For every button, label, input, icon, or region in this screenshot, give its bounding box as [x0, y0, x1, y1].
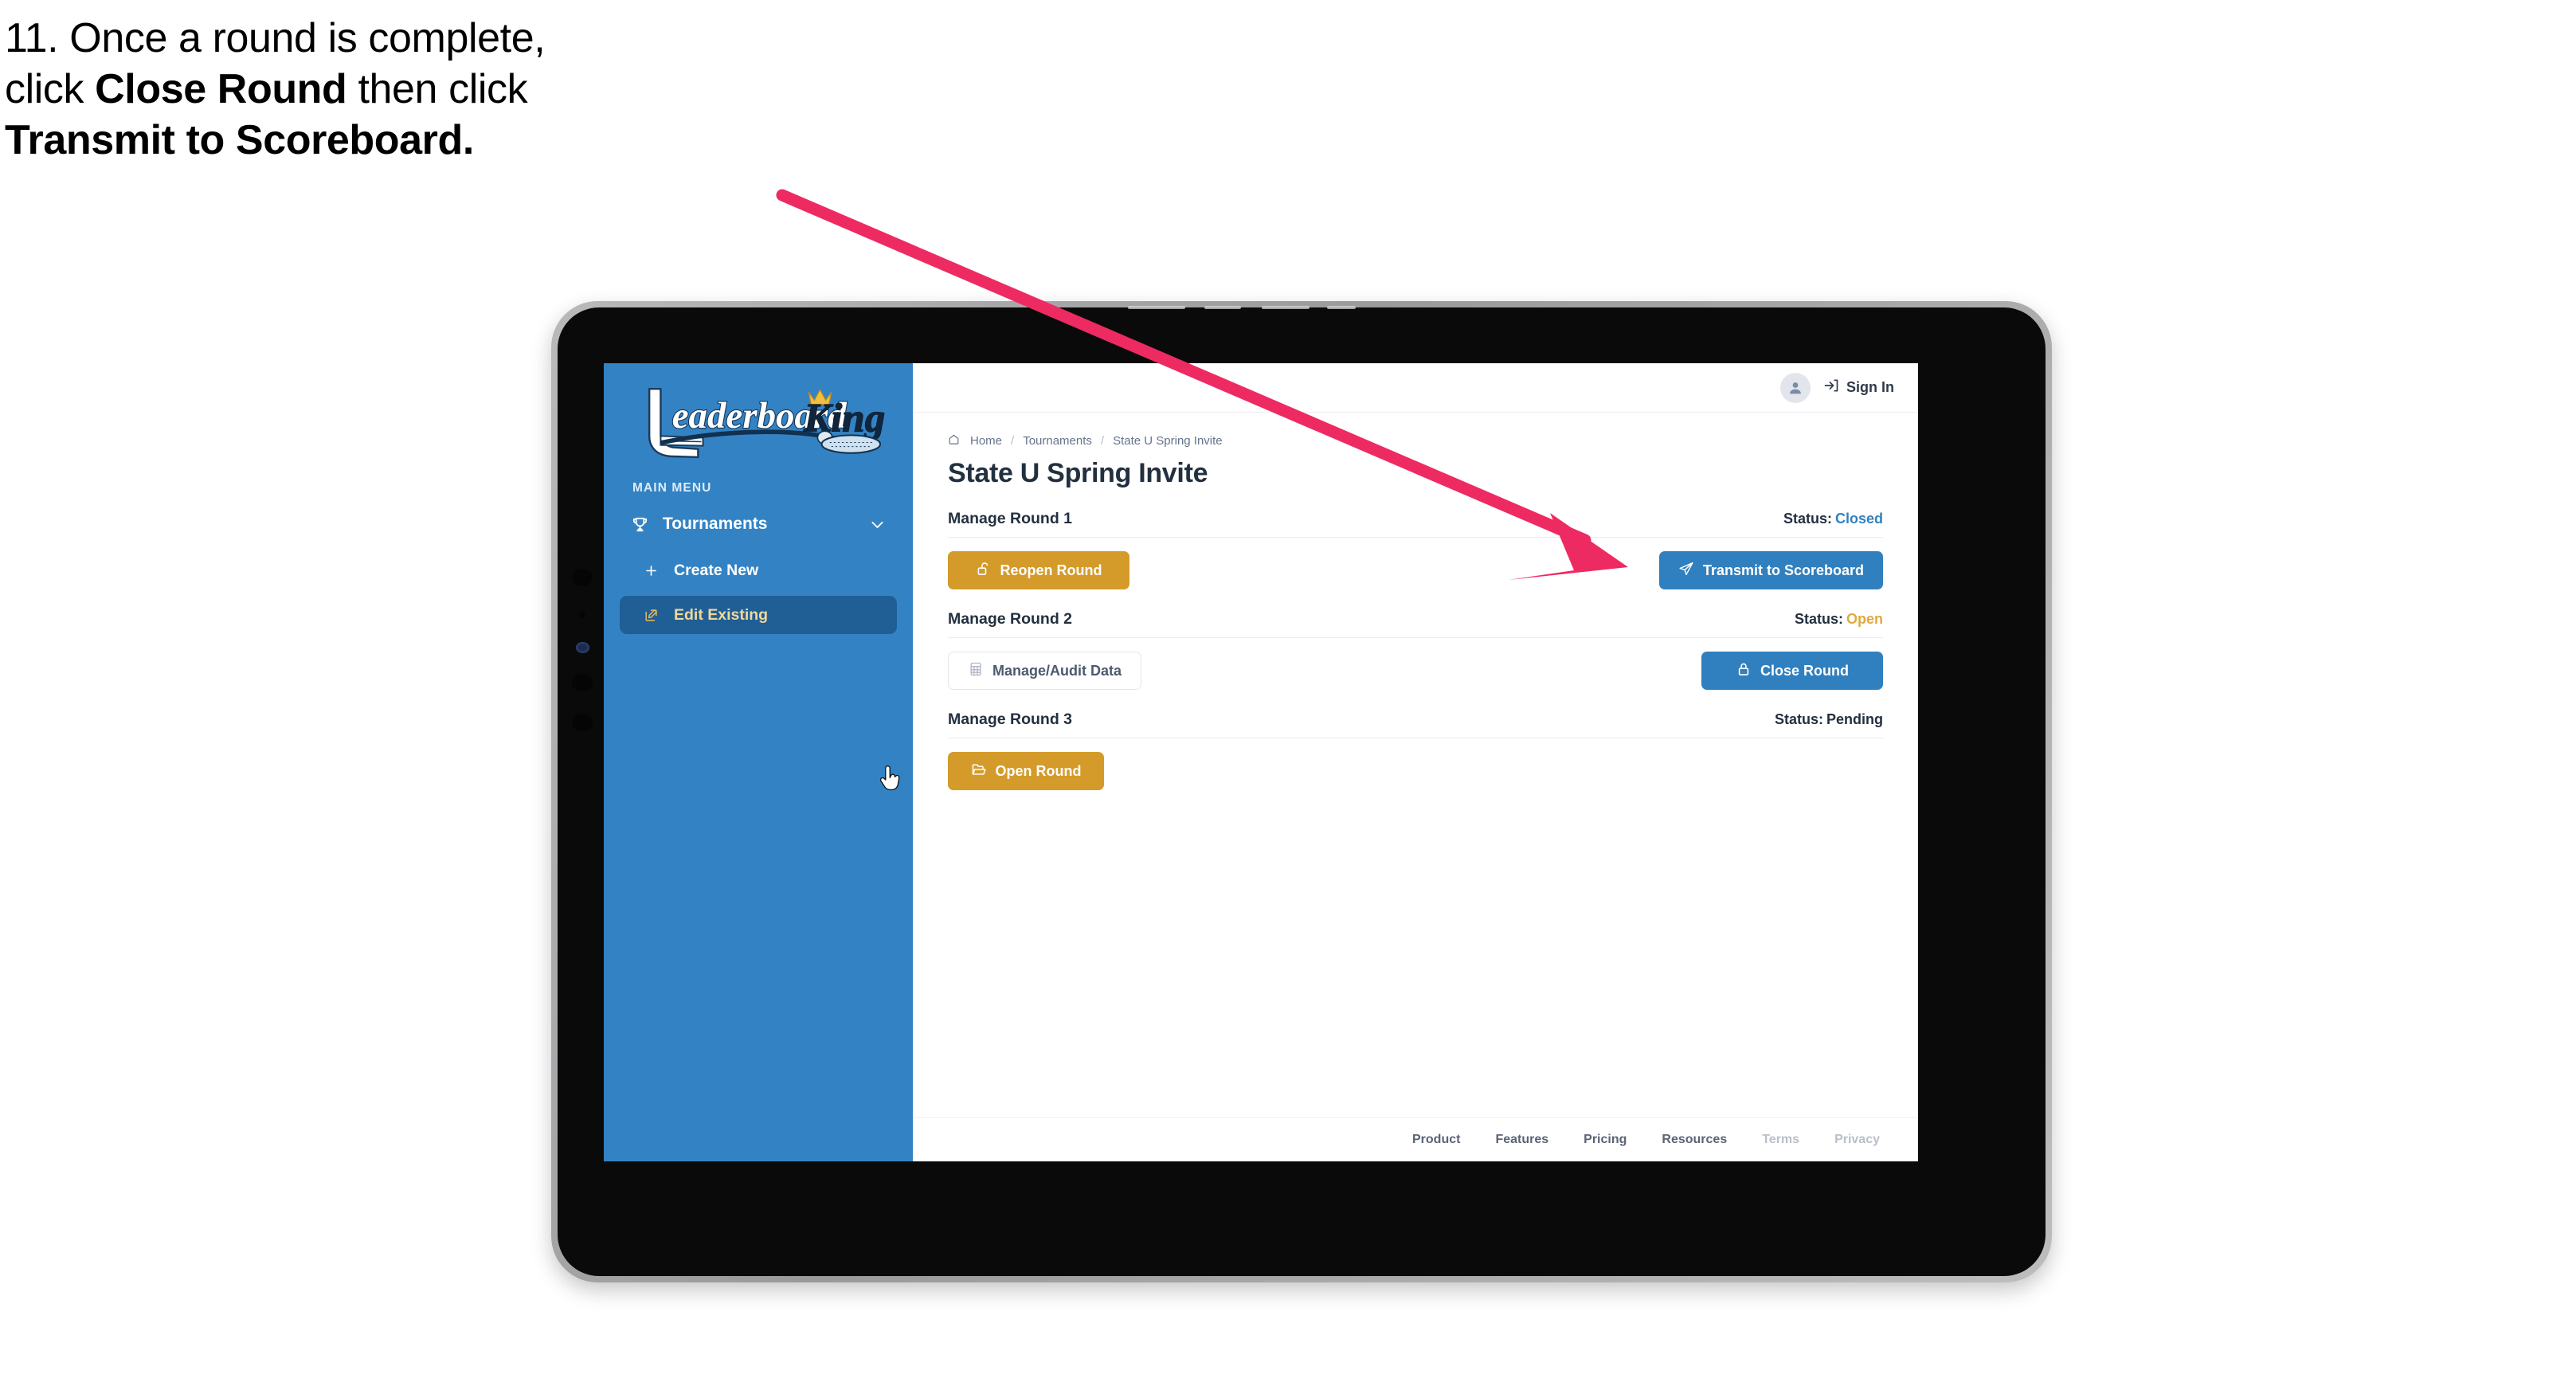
round-title: Manage Round 2	[948, 610, 1073, 628]
round-title: Manage Round 1	[948, 510, 1073, 527]
sign-in-button[interactable]: Sign In	[1823, 378, 1894, 397]
round-section-2: Manage Round 2 Status: Open Manage/Audit…	[948, 610, 1883, 690]
app-screen: eaderboard King MAIN MENU Tournaments Cr…	[604, 363, 1918, 1161]
paper-plane-icon	[1678, 561, 1694, 581]
caption-line-1: 11. Once a round is complete,	[5, 15, 546, 61]
caption-line-2: click Close Round then click	[5, 69, 849, 110]
top-bar: Sign In	[913, 363, 1918, 413]
footer-link-terms[interactable]: Terms	[1762, 1133, 1799, 1147]
speaker-grille-segment	[1327, 306, 1356, 309]
sidebar-item-edit-existing[interactable]: Edit Existing	[620, 596, 897, 634]
sensor-dot	[579, 612, 585, 618]
front-camera-dot	[572, 569, 593, 586]
status-badge: Status: Closed	[1783, 511, 1883, 527]
breadcrumb-item-tournaments[interactable]: Tournaments	[1023, 434, 1092, 448]
status-value: Open	[1846, 611, 1883, 627]
main-panel: Sign In Home / Tournaments / State U Spr…	[913, 363, 1918, 1161]
manage-audit-data-label: Manage/Audit Data	[992, 662, 1122, 679]
footer-link-pricing[interactable]: Pricing	[1584, 1133, 1627, 1147]
round-title: Manage Round 3	[948, 711, 1073, 728]
transmit-to-scoreboard-button[interactable]: Transmit to Scoreboard	[1658, 551, 1883, 589]
caption-line-2-post: then click	[346, 66, 528, 112]
unlock-icon	[976, 561, 992, 581]
open-folder-icon	[971, 762, 987, 781]
table-grid-icon	[968, 661, 984, 681]
status-value: Closed	[1834, 511, 1883, 527]
user-avatar-icon[interactable]	[1780, 372, 1811, 403]
transmit-to-scoreboard-label: Transmit to Scoreboard	[1702, 562, 1864, 578]
plus-icon	[644, 563, 667, 578]
open-round-button[interactable]: Open Round	[948, 752, 1104, 790]
ambient-light-sensor-dot	[576, 642, 589, 653]
round-actions: Reopen Round Transmit to Scoreboard	[948, 551, 1883, 589]
caption-line-3: Transmit to Scoreboard.	[5, 119, 849, 161]
footer-nav: Product Features Pricing Resources Terms…	[913, 1117, 1918, 1161]
sidebar-item-create-new-label: Create New	[674, 561, 759, 579]
status-label: Status:	[1774, 711, 1823, 727]
close-round-label: Close Round	[1760, 662, 1849, 679]
sensor-dot	[572, 714, 593, 731]
breadcrumb: Home / Tournaments / State U Spring Invi…	[948, 433, 1883, 448]
reopen-round-label: Reopen Round	[1000, 562, 1102, 578]
breadcrumb-item-home[interactable]: Home	[970, 434, 1002, 448]
breadcrumb-separator: /	[1100, 434, 1105, 448]
page-title: State U Spring Invite	[948, 458, 1208, 488]
content-area: Home / Tournaments / State U Spring Invi…	[913, 413, 1918, 1117]
status-badge: Status: Pending	[1775, 711, 1883, 728]
caption-line-3-bold: Transmit to Scoreboard.	[5, 117, 474, 163]
speaker-grille-segment	[1204, 306, 1241, 309]
microphone-dot	[572, 674, 593, 691]
footer-link-resources[interactable]: Resources	[1662, 1133, 1727, 1147]
sidebar-item-tournaments[interactable]: Tournaments	[620, 503, 897, 545]
round-section-1: Manage Round 1 Status: Closed Reopen Rou…	[948, 510, 1883, 589]
breadcrumb-separator: /	[1011, 434, 1015, 448]
round-section-3: Manage Round 3 Status: Pending Open Roun…	[948, 711, 1883, 790]
trophy-icon	[631, 515, 655, 534]
caption-line-2-pre: click	[5, 66, 96, 112]
leaderboard-king-logo[interactable]: eaderboard King	[623, 382, 898, 460]
pencil-square-icon	[644, 608, 667, 623]
round-header: Manage Round 1 Status: Closed	[948, 510, 1883, 538]
status-badge: Status: Open	[1795, 611, 1883, 628]
sidebar-item-edit-existing-label: Edit Existing	[674, 605, 769, 624]
instruction-caption: 11. Once a round is complete, click Clos…	[5, 18, 849, 170]
screenshot-stage: 11. Once a round is complete, click Clos…	[0, 0, 2576, 1386]
lock-icon	[1736, 661, 1752, 681]
sidebar: eaderboard King MAIN MENU Tournaments Cr…	[604, 363, 913, 1161]
chevron-down-icon[interactable]	[869, 516, 886, 533]
round-actions: Open Round	[948, 752, 1883, 790]
round-header: Manage Round 3 Status: Pending	[948, 711, 1883, 738]
sign-in-label: Sign In	[1846, 379, 1894, 395]
status-label: Status:	[1794, 611, 1843, 627]
sidebar-item-tournaments-label: Tournaments	[663, 515, 768, 533]
status-label: Status:	[1783, 511, 1832, 527]
home-icon[interactable]	[948, 433, 961, 448]
round-actions: Manage/Audit Data Close Round	[948, 652, 1883, 690]
open-round-label: Open Round	[995, 762, 1082, 779]
round-header: Manage Round 2 Status: Open	[948, 610, 1883, 638]
manage-audit-data-button[interactable]: Manage/Audit Data	[948, 652, 1142, 690]
tablet-bezel: eaderboard King MAIN MENU Tournaments Cr…	[558, 306, 2046, 1276]
footer-link-features[interactable]: Features	[1495, 1133, 1548, 1147]
speaker-grille-segment	[1262, 306, 1310, 309]
sidebar-item-create-new[interactable]: Create New	[620, 551, 897, 589]
sidebar-section-label: MAIN MENU	[632, 481, 712, 495]
caption-line-2-bold: Close Round	[95, 66, 347, 112]
speaker-grille-segment	[1128, 306, 1185, 309]
status-value: Pending	[1826, 711, 1883, 727]
sign-in-arrow-icon	[1823, 378, 1839, 397]
footer-link-product[interactable]: Product	[1412, 1133, 1460, 1147]
svg-text:King: King	[803, 396, 885, 440]
pointer-hand-cursor	[879, 765, 902, 794]
footer-link-privacy[interactable]: Privacy	[1834, 1133, 1880, 1147]
reopen-round-button[interactable]: Reopen Round	[948, 551, 1129, 589]
breadcrumb-item-current[interactable]: State U Spring Invite	[1113, 434, 1223, 448]
tablet-device-frame: eaderboard King MAIN MENU Tournaments Cr…	[551, 301, 2052, 1282]
close-round-button[interactable]: Close Round	[1701, 652, 1883, 690]
